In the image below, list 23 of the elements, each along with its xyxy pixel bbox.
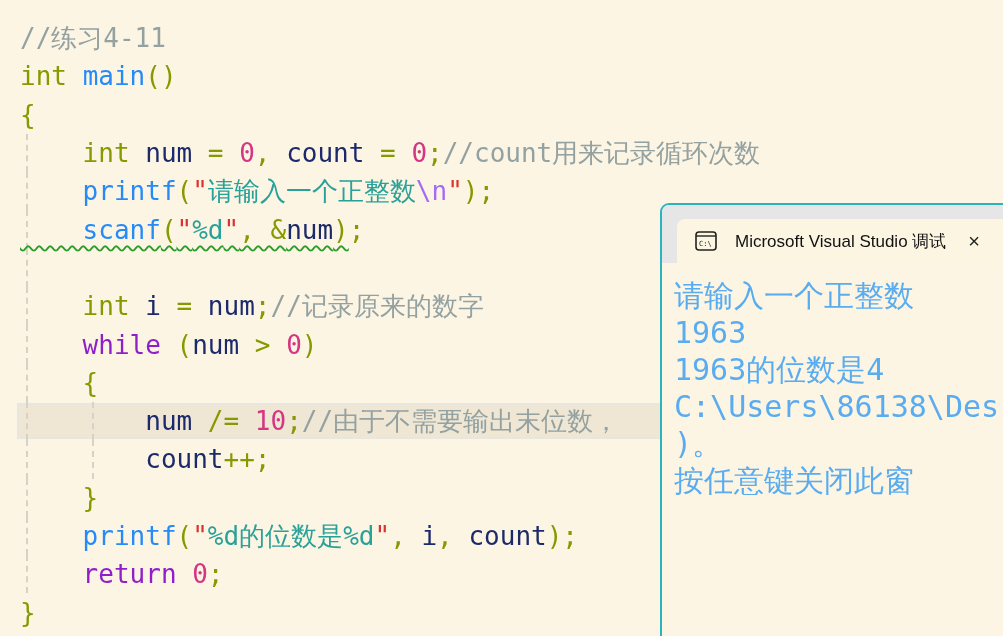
code-line: { (20, 98, 36, 132)
console-output-line: 请输入一个正整数 (674, 277, 915, 314)
code-line: { (81, 366, 99, 400)
code-line: } (81, 481, 99, 515)
code-line: count++; (144, 443, 271, 477)
close-button[interactable]: × (968, 229, 980, 253)
code-line: return 0; (81, 558, 224, 592)
code-line: int main() (20, 60, 177, 94)
code-line: printf("%d的位数是%d", i, count); (81, 520, 578, 553)
code-line: printf("请输入一个正整数\n"); (81, 175, 495, 209)
code-line: int i = num;//记录原来的数字 (81, 290, 484, 324)
console-output-line: 1963 (674, 314, 748, 351)
console-output-line: )。 (674, 425, 724, 462)
code-line: num /= 10;//由于不需要输出末位数， (144, 405, 620, 439)
console-output-line: 按任意键关闭此窗 (674, 462, 915, 499)
code-line: while (num > 0) (81, 328, 318, 362)
code-line: int num = 0, count = 0;//count用来记录循环次数 (81, 137, 761, 171)
code-line: } (20, 596, 36, 630)
console-output-line: 1963的位数是4 (674, 351, 886, 388)
code-line: scanf("%d", &num); (81, 213, 365, 247)
console-output-line: C:\Users\86138\Des (674, 388, 1001, 425)
code-line: //练习4-11 (20, 22, 166, 56)
console-title: Microsoft Visual Studio 调试 (735, 230, 947, 253)
